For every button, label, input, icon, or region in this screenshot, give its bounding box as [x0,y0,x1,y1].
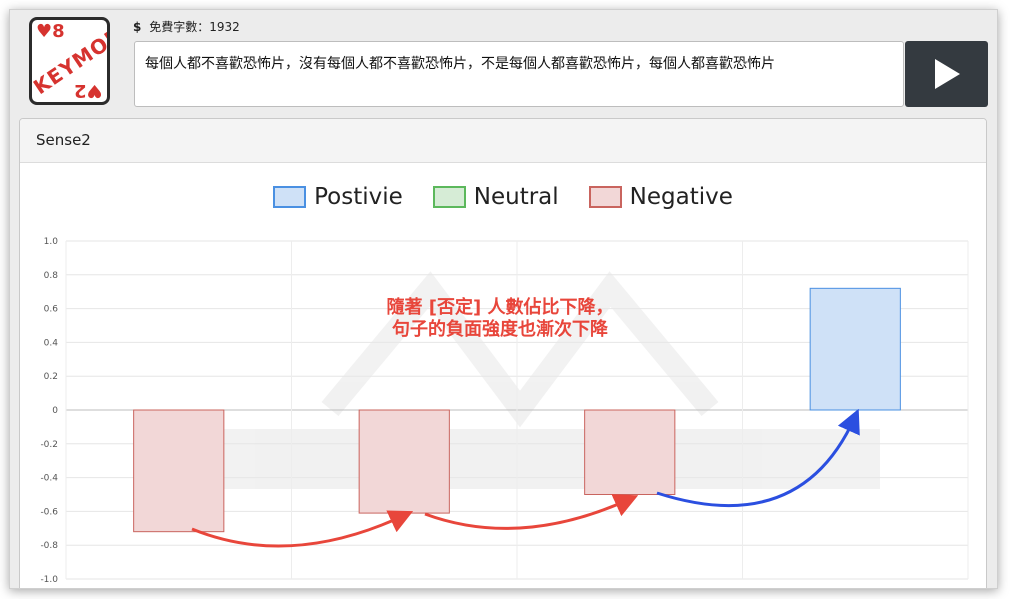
bar-negative-1[interactable] [358,409,450,514]
logo-corner-top: ♥8 [36,21,65,42]
annotation-line-2: 句子的負面強度也漸次下降 [392,319,608,340]
y-tick-label: 0.4 [44,338,59,348]
free-word-count-label: 免費字數：1932 [149,20,240,34]
y-tick-label: -0.8 [40,541,58,551]
chart-annotation: 隨著 [否定] 人數佔比下降， 句子的負面強度也漸次下降 [350,297,650,341]
bar-negative-0[interactable] [133,409,225,533]
y-tick-label: 0.8 [44,271,59,281]
logo-corner-bottom: ♥2 [74,80,103,101]
annotation-line-1: 隨著 [否定] 人數佔比下降， [386,297,614,318]
y-tick-label: 1.0 [44,237,59,247]
y-tick-label: 0 [52,406,58,416]
y-tick-label: -0.6 [40,507,58,517]
y-tick-label: -0.2 [40,440,58,450]
y-tick-label: -1.0 [40,575,58,585]
keymoji-logo: ♥8 KEYMOJI ♥2 [29,17,110,105]
dollar-icon: $ [133,20,142,34]
free-word-count: $ 免費字數：1932 [133,18,240,35]
play-button[interactable] [905,41,988,107]
bar-postivie-3[interactable] [809,287,901,411]
play-icon [934,59,960,89]
app-window: ♥8 KEYMOJI ♥2 $ 免費字數：1932 每個人都不喜歡恐怖片，沒有每… [9,9,998,589]
sentence-input[interactable]: 每個人都不喜歡恐怖片，沒有每個人都不喜歡恐怖片，不是每個人都喜歡恐怖片，每個人都… [134,41,904,107]
y-tick-label: -0.4 [40,474,58,484]
sentiment-bar-chart: 1.0 0.8 0.6 0.4 0.2 0 -0.2 -0.4 -0.6 -0.8 -1.0 [40,237,969,585]
y-tick-label: 0.2 [44,372,58,382]
y-tick-label: 0.6 [44,305,59,315]
bar-negative-2[interactable] [584,409,676,495]
trend-arrow-2 [424,494,639,530]
sense2-panel: Sense2 Postivie Neutral Negative 1.0 0.8 0… [19,118,987,588]
